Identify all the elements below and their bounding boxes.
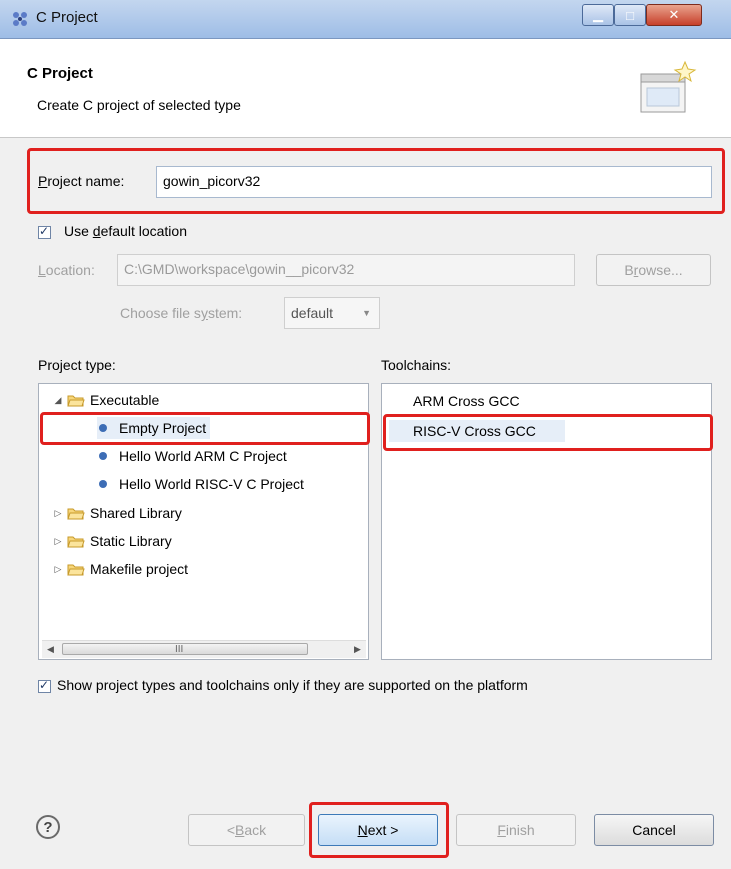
show-supported-label: Show project types and toolchains only i… (57, 677, 528, 693)
toolchain-item-arm[interactable]: ARM Cross GCC (413, 390, 520, 412)
mnemonic: d (92, 223, 101, 239)
label-text: ack (244, 822, 267, 838)
window-title: C Project (36, 9, 98, 26)
project-bullet-icon (99, 480, 107, 488)
file-system-label: Choose file system: (120, 305, 242, 321)
minimize-button[interactable]: ▁ (582, 4, 614, 26)
collapse-triangle-icon: ▷ (54, 507, 62, 518)
mnemonic: P (38, 173, 48, 189)
toolchains-label: Toolchains: (381, 357, 452, 373)
location-input[interactable]: C:\GMD\workspace\gowin__picorv32 (117, 254, 575, 286)
tree-item-label: Makefile project (90, 561, 189, 577)
label-text: stem: (207, 305, 243, 321)
project-bullet-icon (99, 452, 107, 460)
finish-button[interactable]: Finish (456, 814, 576, 846)
toolchain-label: ARM Cross GCC (413, 393, 520, 409)
file-system-select[interactable]: default ▼ (284, 297, 380, 329)
toolchain-label: RISC-V Cross GCC (413, 423, 536, 439)
page-title: C Project (27, 65, 93, 82)
browse-button[interactable]: Br owse... (596, 254, 711, 286)
tree-item-label: Executable (90, 392, 160, 408)
scroll-left-icon[interactable]: ◀ (42, 641, 59, 658)
next-button[interactable]: Next > (318, 814, 438, 846)
eclipse-app-icon (13, 12, 27, 26)
tree-item-label: Shared Library (90, 505, 182, 521)
tree-item-shared-library[interactable]: ▷ Shared Library (53, 502, 182, 524)
label-text: < (226, 822, 236, 838)
expand-triangle-icon: ◢ (54, 394, 62, 405)
label-text: efault location (100, 223, 187, 239)
location-label: Location: (38, 262, 95, 278)
default-location-checkbox[interactable] (38, 224, 51, 239)
collapse-triangle-icon: ▷ (54, 563, 62, 574)
title-bar: C Project ▁ □ ✕ (0, 0, 731, 39)
mnemonic: y (200, 305, 208, 321)
wizard-banner-icon (640, 60, 697, 113)
label-text: ocation: (45, 262, 95, 278)
label-text: B (624, 262, 634, 278)
scroll-right-icon[interactable]: ▶ (349, 641, 366, 658)
cancel-button[interactable]: Cancel (594, 814, 714, 846)
tree-item-label: Hello World ARM C Project (119, 448, 287, 464)
project-name-label: Project name: (38, 173, 124, 189)
mnemonic: B (235, 822, 245, 838)
tree-item-label: Hello World RISC-V C Project (119, 476, 304, 492)
label-text: Use (64, 223, 93, 239)
collapse-triangle-icon: ▷ (54, 535, 62, 546)
label-text: inish (505, 822, 535, 838)
label-text: roject name: (47, 173, 125, 189)
wizard-header (0, 39, 731, 138)
mnemonic: N (357, 822, 368, 838)
folder-icon (67, 564, 85, 575)
tree-item-executable[interactable]: ◢ Executable (53, 389, 160, 411)
project-bullet-icon (99, 424, 107, 432)
folder-icon (67, 508, 85, 519)
label-text: Choose file s (120, 305, 201, 321)
default-location-label: Use default location (64, 223, 187, 239)
tree-item-hello-world-arm[interactable]: Hello World ARM C Project (97, 445, 287, 467)
scroll-grip-icon: III (175, 644, 184, 655)
mnemonic: L (38, 262, 46, 278)
maximize-icon: □ (626, 7, 634, 23)
toolchain-item-riscv[interactable]: RISC-V Cross GCC (389, 420, 565, 442)
tree-item-static-library[interactable]: ▷ Static Library (53, 530, 172, 552)
file-system-value: default (291, 305, 334, 321)
folder-icon (67, 536, 85, 547)
tree-item-makefile-project[interactable]: ▷ Makefile project (53, 558, 189, 580)
maximize-button[interactable]: □ (614, 4, 646, 26)
label-text: ext > (367, 822, 399, 838)
dropdown-arrow-icon: ▼ (362, 308, 371, 318)
close-button[interactable]: ✕ (646, 4, 702, 26)
tree-item-hello-world-riscv[interactable]: Hello World RISC-V C Project (97, 473, 304, 495)
project-name-input[interactable]: gowin_picorv32 (156, 166, 712, 198)
help-icon[interactable]: ? (36, 815, 60, 839)
tree-item-empty-project[interactable]: Empty Project (97, 417, 211, 439)
tree-item-label: Static Library (90, 533, 172, 549)
project-type-label: Project type: (38, 357, 116, 373)
page-subtitle: Create C project of selected type (37, 97, 241, 113)
minimize-icon: ▁ (593, 7, 603, 22)
close-icon: ✕ (668, 7, 680, 22)
show-supported-checkbox[interactable] (38, 678, 51, 693)
tree-item-label: Empty Project (119, 420, 207, 436)
label-text: owse... (638, 262, 683, 278)
scrollbar-thumb[interactable]: III (62, 643, 308, 655)
tree-horizontal-scrollbar[interactable]: ◀ III ▶ (42, 640, 366, 658)
mnemonic: F (497, 822, 506, 838)
folder-open-icon (67, 395, 85, 406)
c-project-dialog: C Project ▁ □ ✕ C Project Create C proje… (0, 0, 731, 869)
back-button[interactable]: < Back (188, 814, 305, 846)
